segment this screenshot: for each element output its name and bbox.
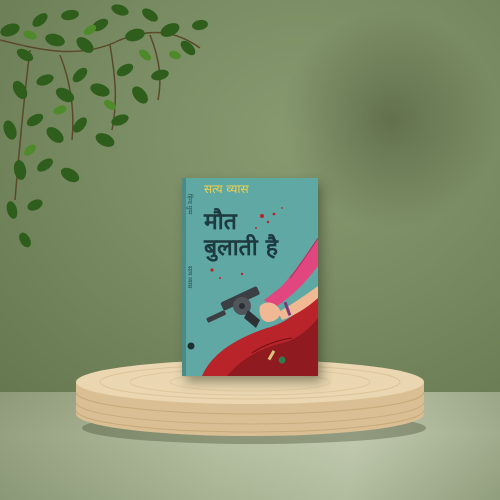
book-cover: सत्य व्यास मौत बुलाती है हिन्द युग्म सत्… bbox=[182, 178, 318, 376]
cover-illustration bbox=[187, 207, 318, 376]
cover-side-label: हिन्द युग्म bbox=[186, 194, 193, 215]
book-title-line2: बुलाती है bbox=[204, 235, 278, 261]
product-photo-scene: सत्य व्यास मौत बुलाती है हिन्द युग्म सत्… bbox=[0, 0, 500, 500]
book-author: सत्य व्यास bbox=[204, 182, 249, 196]
cover-side-author: सत्य व्यास bbox=[186, 266, 193, 289]
